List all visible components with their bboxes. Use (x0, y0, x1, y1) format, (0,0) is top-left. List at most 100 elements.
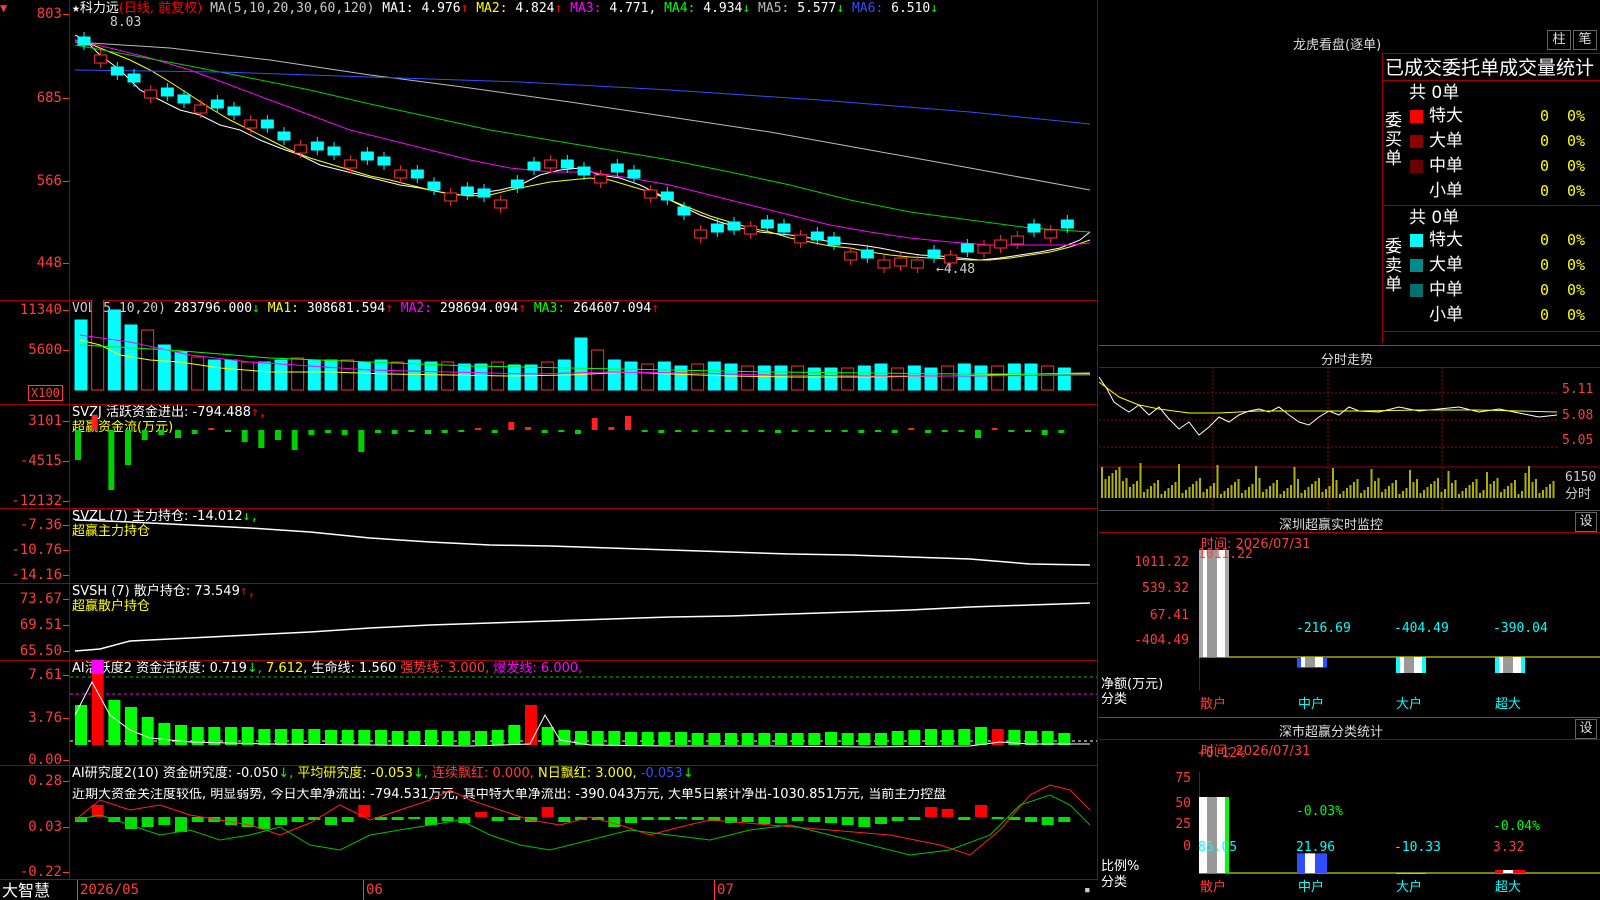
candle (127, 73, 141, 83)
stats-settings-button[interactable]: 设 (1575, 719, 1597, 739)
intraday-panel[interactable]: 分时走势 5.11 5.08 5.05 6150 分时 (1099, 345, 1600, 510)
intraday-volume-bar (1339, 494, 1341, 498)
monitor-y-tick: 67.41 (1149, 608, 1189, 623)
svzj-bar (775, 430, 781, 433)
intraday-volume-bar (1195, 481, 1198, 498)
y-tick: 566 (36, 173, 62, 189)
volume-bar (807, 367, 821, 391)
intraday-volume-bar (1346, 488, 1348, 498)
main-chart-area[interactable]: ▼ ★科力远(日线, 前复权) MA(5,10,20,30,60,120) MA… (0, 0, 1098, 900)
candlestick-chart[interactable] (70, 0, 1097, 300)
volume-chart[interactable] (70, 300, 1097, 404)
row-volume: 0 (1539, 182, 1549, 200)
intraday-volume-bar (1283, 491, 1285, 498)
candle (494, 199, 508, 209)
intraday-volume-bar (1153, 483, 1156, 498)
ai-research-chart[interactable] (70, 765, 1097, 879)
intraday-volume-bar (1213, 483, 1215, 498)
svzj-bar (175, 430, 181, 438)
y-tick: 0.28 (28, 773, 62, 789)
candle (910, 259, 924, 269)
ai-research-bar (341, 817, 354, 822)
bar-view-button[interactable]: 柱 (1547, 30, 1571, 50)
intraday-volume-bar (1300, 493, 1303, 498)
y-tick-mark (63, 872, 69, 873)
ai-research-bar (275, 817, 287, 825)
y-tick: 3.76 (28, 710, 62, 726)
row-percent: 0% (1567, 107, 1586, 125)
ai-research-bar (158, 817, 171, 825)
intraday-volume-bar (1381, 492, 1383, 498)
volume-bar (1041, 365, 1055, 391)
volume-bar (374, 359, 388, 391)
stats-value: -10.33 (1394, 840, 1441, 855)
candle (394, 169, 408, 179)
ai-research-bar (641, 817, 654, 820)
intraday-volume-bar (1549, 484, 1551, 498)
svsh-chart[interactable] (70, 583, 1097, 660)
intraday-volume-bar (1188, 487, 1191, 498)
intraday-volume-bar (1276, 480, 1278, 498)
volume-bar (474, 363, 488, 391)
stats-xlabel: 分类 (1101, 875, 1128, 890)
date-tick: 06 (366, 882, 383, 898)
intraday-volume-bar (1545, 487, 1548, 498)
volume-bar (724, 363, 738, 391)
intraday-volume-bar (1174, 482, 1177, 498)
vol-unit-button[interactable]: X100 (28, 385, 63, 401)
volume-bar (741, 365, 755, 391)
y-tick-mark (63, 461, 69, 462)
svzj-bar (308, 430, 315, 435)
intraday-volume-bar (1150, 486, 1152, 498)
intraday-volume-bar (1458, 494, 1460, 498)
ai-active-bar (741, 733, 754, 745)
intraday-volume-bar (1335, 480, 1338, 498)
volume-bar (1057, 367, 1071, 391)
y-tick: 73.67 (19, 591, 62, 607)
row-percent: 0% (1567, 182, 1586, 200)
intraday-volume-bar (1447, 471, 1450, 498)
svzl-chart[interactable] (70, 508, 1097, 583)
y-tick-mark (63, 14, 69, 15)
intraday-volume-bar (1430, 484, 1432, 498)
ai-active-bar (475, 731, 487, 745)
candle (544, 159, 558, 169)
intraday-volume-bar (1328, 486, 1331, 498)
ai-research-bars (75, 805, 1071, 832)
svzj-chart[interactable] (70, 404, 1097, 508)
row-percent: 0% (1567, 281, 1586, 299)
monitor-settings-button[interactable]: 设 (1575, 512, 1597, 532)
svzj-bar (858, 430, 865, 433)
svzj-bar (391, 430, 398, 434)
intraday-volume-bar (1279, 494, 1282, 498)
intraday-volume-bar (1118, 467, 1121, 498)
lock-icon[interactable]: ▪ (1084, 883, 1091, 897)
stats-value: 85.05 (1198, 840, 1238, 855)
volume-bar (257, 361, 271, 391)
y-tick: 448 (36, 255, 62, 271)
date-tick-mark (363, 880, 364, 900)
svzj-bar (825, 430, 831, 432)
dragon-tiger-panel: 龙虎看盘(逐单) 柱 笔 已成交委托单成交量统计 共 0单 委买单 特大 0 0% 大… (1099, 0, 1600, 372)
candle (277, 131, 291, 141)
ai-active-bar (358, 730, 371, 745)
buy-total: 共 0单 (1409, 83, 1460, 103)
svzj-bar (141, 430, 148, 440)
monitor-y-tick: -404.49 (1134, 633, 1189, 648)
ai-active-bar (425, 730, 437, 745)
ai-active-chart[interactable] (70, 660, 1097, 765)
intraday-volume-bar (1230, 485, 1233, 498)
ai-research-bar (258, 817, 271, 829)
intraday-volume-bar (1255, 466, 1257, 498)
tick-view-button[interactable]: 笔 (1573, 30, 1597, 50)
candle (877, 259, 891, 269)
row-name: 特大 (1429, 106, 1463, 126)
ai-research-bar (741, 817, 754, 822)
svzj-bar (641, 430, 648, 432)
ai-active-bar (158, 723, 171, 745)
ai-research-bar (408, 817, 421, 819)
svzj-bar (658, 430, 665, 433)
volume-bar (307, 359, 321, 391)
ai-active-bar (541, 727, 554, 745)
svzj-bar (358, 430, 365, 452)
